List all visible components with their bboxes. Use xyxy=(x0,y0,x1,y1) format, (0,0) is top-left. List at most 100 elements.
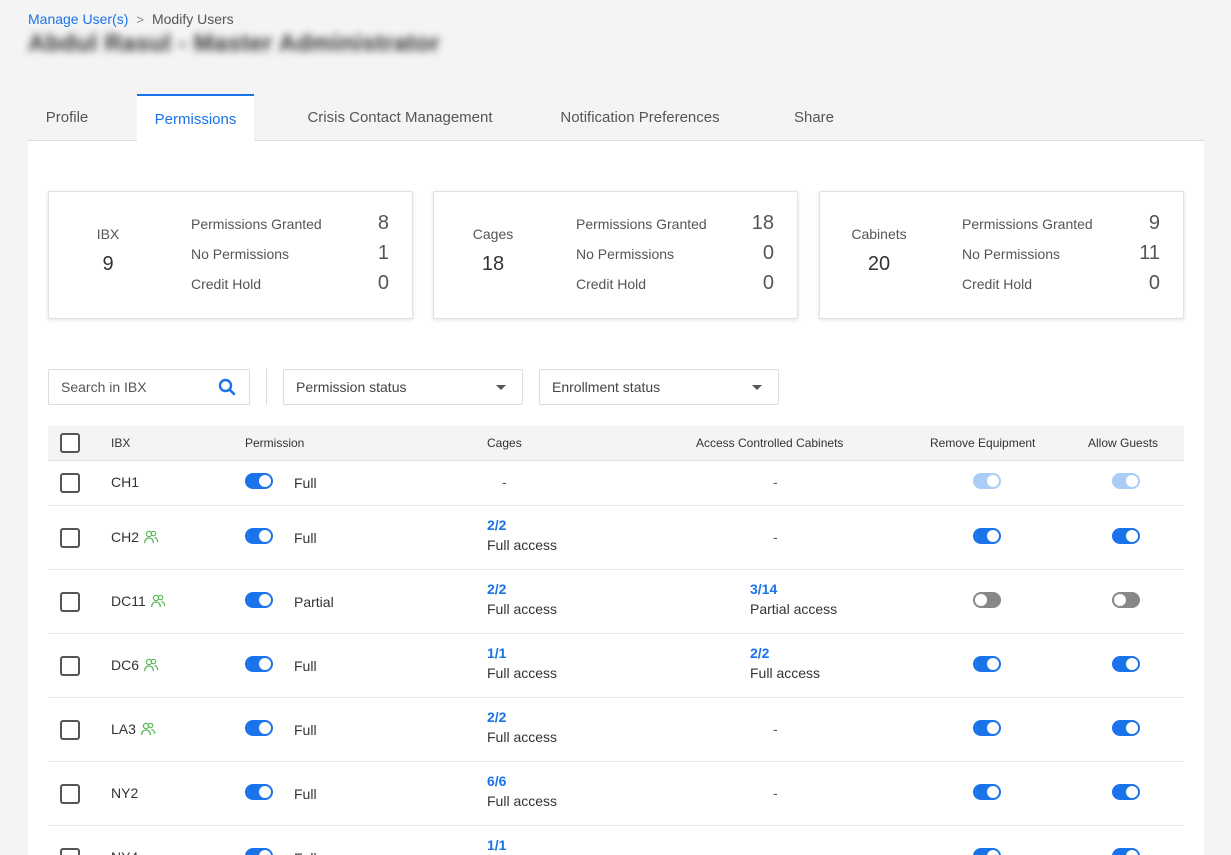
permission-level: Full xyxy=(294,530,317,546)
credit-hold-value: 0 xyxy=(1148,272,1160,294)
row-checkbox[interactable] xyxy=(60,656,80,676)
column-header-remove-equipment[interactable]: Remove Equipment xyxy=(930,436,1035,450)
allow-guests-toggle[interactable] xyxy=(1112,528,1140,544)
guest-access-icon xyxy=(140,722,156,736)
select-all-checkbox[interactable] xyxy=(60,433,80,453)
tab-permissions[interactable]: Permissions xyxy=(137,94,254,142)
granted-value: 9 xyxy=(1148,212,1160,234)
cages-count-link[interactable]: 1/1 xyxy=(487,837,506,853)
ibx-cell: NY4 xyxy=(111,849,138,855)
ibx-name: NY2 xyxy=(111,785,139,801)
permission-level: Full xyxy=(294,850,317,855)
cages-access: Full access xyxy=(487,601,558,617)
ibx-cell: NY2 xyxy=(111,785,138,801)
search-icon[interactable] xyxy=(218,378,236,396)
breadcrumb-link-manage-users[interactable]: Manage User(s) xyxy=(28,11,128,27)
cages-count-link[interactable]: 1/1 xyxy=(487,645,506,661)
permission-level: Partial xyxy=(294,594,334,610)
table-row: DC6 Full 1/1 Full access 2/2 Full access xyxy=(48,634,1184,698)
permission-level: Full xyxy=(294,722,317,738)
table-row: LA3 Full 2/2 Full access - xyxy=(48,698,1184,762)
cages-empty: - xyxy=(502,474,507,490)
credit-hold-value: 0 xyxy=(762,272,774,294)
allow-guests-toggle[interactable] xyxy=(1112,848,1140,855)
column-header-permission[interactable]: Permission xyxy=(245,436,304,450)
permission-toggle[interactable] xyxy=(245,528,273,544)
tab-profile[interactable]: Profile xyxy=(28,94,106,141)
column-header-ibx[interactable]: IBX xyxy=(111,436,130,450)
search-box xyxy=(48,369,250,405)
permission-status-dropdown[interactable]: Permission status xyxy=(283,369,523,405)
allow-guests-toggle[interactable] xyxy=(1112,720,1140,736)
tab-crisis-contact-management[interactable]: Crisis Contact Management xyxy=(286,94,514,141)
table-row: NY2 Full 6/6 Full access - xyxy=(48,762,1184,826)
caret-down-icon xyxy=(496,385,506,390)
table-row: CH1 Full - - xyxy=(48,461,1184,506)
remove-equipment-toggle[interactable] xyxy=(973,473,1001,489)
permission-toggle[interactable] xyxy=(245,784,273,800)
no-permissions-value: 1 xyxy=(377,242,389,264)
ibx-cell: DC6 xyxy=(111,657,159,673)
granted-value: 18 xyxy=(751,212,774,234)
table-row: CH2 Full 2/2 Full access - xyxy=(48,506,1184,570)
column-header-cages[interactable]: Cages xyxy=(487,436,522,450)
column-header-allow-guests[interactable]: Allow Guests xyxy=(1088,436,1158,450)
permission-toggle[interactable] xyxy=(245,848,273,855)
row-checkbox[interactable] xyxy=(60,784,80,804)
remove-equipment-toggle[interactable] xyxy=(973,656,1001,672)
search-input[interactable] xyxy=(61,379,211,395)
ibx-cell: DC11 xyxy=(111,593,166,609)
no-permissions-label: No Permissions xyxy=(191,246,290,262)
permission-toggle[interactable] xyxy=(245,656,273,672)
row-checkbox[interactable] xyxy=(60,720,80,740)
ibx-name: CH1 xyxy=(111,474,140,490)
permission-level: Full xyxy=(294,658,317,674)
allow-guests-toggle[interactable] xyxy=(1112,784,1140,800)
no-permissions-value: 0 xyxy=(762,242,774,264)
card-count: 18 xyxy=(481,253,505,275)
row-checkbox[interactable] xyxy=(60,473,80,493)
cages-count-link[interactable]: 2/2 xyxy=(487,581,506,597)
cages-count-link[interactable]: 2/2 xyxy=(487,709,506,725)
enrollment-status-dropdown[interactable]: Enrollment status xyxy=(539,369,779,405)
cabinets-empty: - xyxy=(773,785,778,801)
row-checkbox[interactable] xyxy=(60,592,80,612)
summary-card-cages: Cages 18 Permissions Granted 18 No Permi… xyxy=(433,191,798,319)
remove-equipment-toggle[interactable] xyxy=(973,720,1001,736)
allow-guests-toggle[interactable] xyxy=(1112,473,1140,489)
ibx-name: LA3 xyxy=(111,721,136,737)
remove-equipment-toggle[interactable] xyxy=(973,592,1001,608)
tab-notification-preferences[interactable]: Notification Preferences xyxy=(546,94,734,141)
tab-share[interactable]: Share xyxy=(778,94,850,141)
cabinets-access: Full access xyxy=(750,665,821,681)
guest-access-icon xyxy=(143,658,159,672)
remove-equipment-toggle[interactable] xyxy=(973,528,1001,544)
cages-access: Full access xyxy=(487,665,558,681)
enrollment-status-label: Enrollment status xyxy=(552,379,661,395)
table-row: DC11 Partial 2/2 Full access 3/14 Partial acc… xyxy=(48,570,1184,634)
remove-equipment-toggle[interactable] xyxy=(973,848,1001,855)
permission-toggle[interactable] xyxy=(245,592,273,608)
breadcrumb: Manage User(s) > Modify Users xyxy=(28,11,234,27)
permission-toggle[interactable] xyxy=(245,720,273,736)
cabinets-empty: - xyxy=(773,474,778,490)
remove-equipment-toggle[interactable] xyxy=(973,784,1001,800)
column-header-cabinets[interactable]: Access Controlled Cabinets xyxy=(696,436,843,450)
permission-status-label: Permission status xyxy=(296,379,407,395)
granted-label: Permissions Granted xyxy=(576,216,707,232)
cabinets-count-link[interactable]: 2/2 xyxy=(750,645,769,661)
allow-guests-toggle[interactable] xyxy=(1112,592,1140,608)
card-label: Cages xyxy=(472,226,514,242)
cages-count-link[interactable]: 2/2 xyxy=(487,517,506,533)
cabinets-empty: - xyxy=(773,529,778,545)
breadcrumb-current: Modify Users xyxy=(151,11,234,27)
permission-toggle[interactable] xyxy=(245,473,273,489)
card-label: IBX xyxy=(96,226,120,242)
card-count: 9 xyxy=(102,253,114,275)
cabinets-count-link[interactable]: 3/14 xyxy=(750,581,777,597)
allow-guests-toggle[interactable] xyxy=(1112,656,1140,672)
cages-count-link[interactable]: 6/6 xyxy=(487,773,506,789)
row-checkbox[interactable] xyxy=(60,848,80,855)
row-checkbox[interactable] xyxy=(60,528,80,548)
card-count: 20 xyxy=(867,253,891,275)
